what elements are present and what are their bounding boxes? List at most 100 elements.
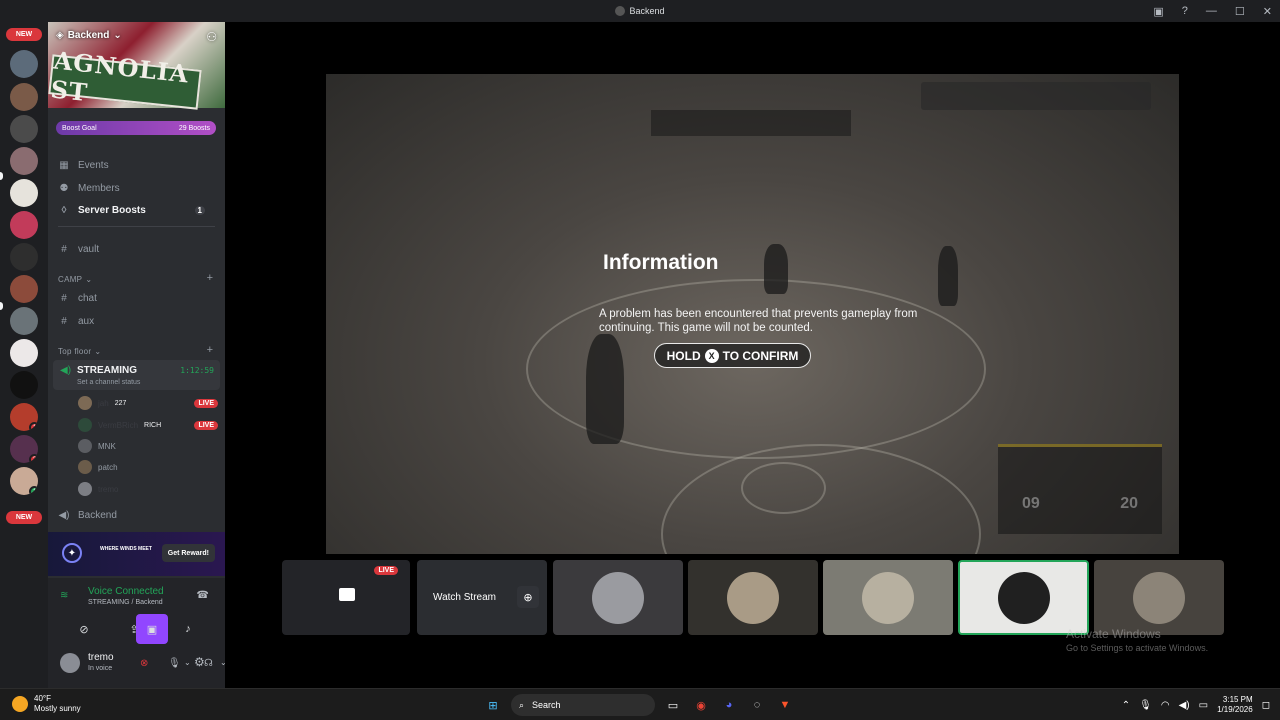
server-icon[interactable] <box>10 50 38 78</box>
nav-events[interactable]: ▦ Events <box>58 156 108 174</box>
chevron-down-icon[interactable]: ⌄ <box>220 658 225 667</box>
channel-vault[interactable]: # vault <box>58 240 99 258</box>
disconnect-icon[interactable]: ☎ <box>197 590 209 601</box>
twitch-icon[interactable]: ▣ <box>136 614 168 644</box>
watch-stream-button[interactable]: Watch Stream <box>425 586 504 608</box>
server-icon[interactable] <box>10 83 38 111</box>
close-button[interactable]: ✕ <box>1263 5 1272 18</box>
channel-status-prompt[interactable]: Set a channel status <box>77 379 140 386</box>
server-icon[interactable] <box>10 307 38 335</box>
headphones-icon[interactable]: ☊ <box>204 658 213 669</box>
signal-icon: ≋ <box>60 590 69 601</box>
microphone-icon[interactable]: 🎙 <box>168 658 181 669</box>
unread-pill <box>0 302 3 310</box>
participant-tile[interactable] <box>553 560 683 635</box>
help-icon[interactable]: ? <box>1182 5 1188 17</box>
category-camp[interactable]: CAMP ⌄ <box>58 275 92 284</box>
volume-icon[interactable]: ◀) <box>1179 700 1190 711</box>
voice-connected-label[interactable]: Voice Connected <box>88 586 164 597</box>
server-icon[interactable] <box>10 211 38 239</box>
voice-channel-backend[interactable]: ◀) Backend <box>58 506 116 524</box>
weather-widget[interactable]: 40°F Mostly sunny <box>12 694 81 714</box>
battery-icon[interactable]: ▭ <box>1199 700 1208 711</box>
app-icon[interactable]: ◌ <box>747 695 767 715</box>
inbox-icon[interactable]: ▣ <box>1153 5 1163 18</box>
server-icon[interactable] <box>10 243 38 271</box>
discord-icon[interactable]: ◕ <box>719 695 739 715</box>
avatar <box>78 418 92 432</box>
clock[interactable]: 3:15 PM 1/19/2026 <box>1217 695 1253 715</box>
user-name[interactable]: tremo <box>88 652 114 663</box>
participant-tile[interactable] <box>823 560 953 635</box>
avatar <box>78 460 92 474</box>
category-top-floor[interactable]: Top floor ⌄ <box>58 347 101 356</box>
voice-location[interactable]: STREAMING / Backend <box>88 599 163 606</box>
server-icon[interactable]: 1 <box>10 403 38 431</box>
chevron-up-icon[interactable]: ⌃ <box>1122 700 1130 711</box>
avatar <box>78 439 92 453</box>
stream-off-icon[interactable]: ⊗ <box>140 658 148 669</box>
participant-tile[interactable] <box>1094 560 1224 635</box>
task-view-icon[interactable]: ▭ <box>663 695 683 715</box>
channel-chat[interactable]: # chat <box>58 289 97 307</box>
server-banner[interactable]: AGNOLIA ST ◈ Backend ⌄ ⚇ <box>48 22 225 110</box>
maximize-button[interactable]: ☐ <box>1235 5 1245 18</box>
time: 3:15 PM <box>1222 695 1253 704</box>
channel-aux[interactable]: # aux <box>58 312 94 330</box>
voice-user[interactable]: patch <box>78 459 218 475</box>
chevron-down-icon[interactable]: ⌄ <box>184 658 191 667</box>
participant-tile-speaking[interactable] <box>958 560 1089 635</box>
stream-tile[interactable]: Watch Stream ⊕ <box>417 560 547 635</box>
stream-view[interactable]: 09 20 Information A problem has been enc… <box>326 74 1179 554</box>
server-icon[interactable]: 3 <box>10 435 38 463</box>
voice-user[interactable]: MNK <box>78 438 218 454</box>
invite-icon[interactable]: ⚇ <box>206 30 217 44</box>
nav-members[interactable]: ⚉ Members <box>58 179 120 197</box>
game-scoreboard: 09 20 <box>998 444 1162 534</box>
add-channel-icon[interactable]: + <box>207 344 213 356</box>
live-badge: LIVE <box>194 398 218 408</box>
popout-icon[interactable]: ⊕ <box>517 586 539 608</box>
server-icon[interactable]: 1 <box>10 467 38 495</box>
participant-tile[interactable] <box>688 560 818 635</box>
promo-banner[interactable]: ✦ WHERE WINDS MEET Get Reward! <box>48 532 225 576</box>
activate-windows-subtitle: Go to Settings to activate Windows. <box>1066 643 1209 653</box>
server-badge-icon: ◈ <box>56 30 64 41</box>
search-box[interactable]: ⌕ Search <box>511 694 655 716</box>
server-icon[interactable] <box>10 371 38 399</box>
stream-tile[interactable]: LIVE <box>282 560 410 635</box>
minimize-button[interactable]: — <box>1206 5 1217 17</box>
get-reward-button[interactable]: Get Reward! <box>161 544 215 562</box>
microphone-icon[interactable]: 🎙 <box>1139 700 1152 711</box>
add-channel-icon[interactable]: + <box>207 272 213 284</box>
notification-icon[interactable]: ◻ <box>1262 700 1270 711</box>
voice-channel-streaming[interactable]: ◀) STREAMING Set a channel status 1:12:5… <box>53 360 220 390</box>
start-icon[interactable]: ⊞ <box>483 695 503 715</box>
server-icon[interactable] <box>10 179 38 207</box>
server-icon[interactable] <box>10 147 38 175</box>
server-icon[interactable] <box>10 339 38 367</box>
brave-icon[interactable]: ▼ <box>775 695 795 715</box>
boost-goal-bar[interactable]: Boost Goal 29 Boosts <box>56 121 216 135</box>
hash-icon: # <box>61 292 67 304</box>
server-icon[interactable] <box>10 115 38 143</box>
voice-user[interactable]: tremo <box>78 481 218 497</box>
avatar[interactable] <box>60 653 80 673</box>
voice-user[interactable]: jah 227 LIVE <box>78 395 218 411</box>
server-header[interactable]: ◈ Backend ⌄ <box>56 30 122 41</box>
voice-user-tag: RICH <box>144 421 162 429</box>
voice-user[interactable]: VermBRich RICH LIVE <box>78 417 218 433</box>
voice-user-name: VermBRich <box>98 420 139 430</box>
settings-icon[interactable]: ⚙ <box>194 655 205 669</box>
server-icon[interactable] <box>10 275 38 303</box>
nav-server-boosts[interactable]: ◊ Server Boosts 1 <box>58 201 215 219</box>
wifi-icon[interactable]: ◠ <box>1161 700 1170 711</box>
window-title: Backend <box>615 6 665 16</box>
boost-goal-label: Boost Goal <box>62 124 97 132</box>
channel-label: vault <box>78 243 100 255</box>
search-placeholder: Search <box>532 700 561 710</box>
camera-off-icon[interactable]: ⊘ <box>70 617 98 641</box>
hold-label: HOLD <box>666 348 701 363</box>
soundboard-icon[interactable]: ♪ <box>174 617 202 641</box>
chrome-icon[interactable]: ◉ <box>691 695 711 715</box>
